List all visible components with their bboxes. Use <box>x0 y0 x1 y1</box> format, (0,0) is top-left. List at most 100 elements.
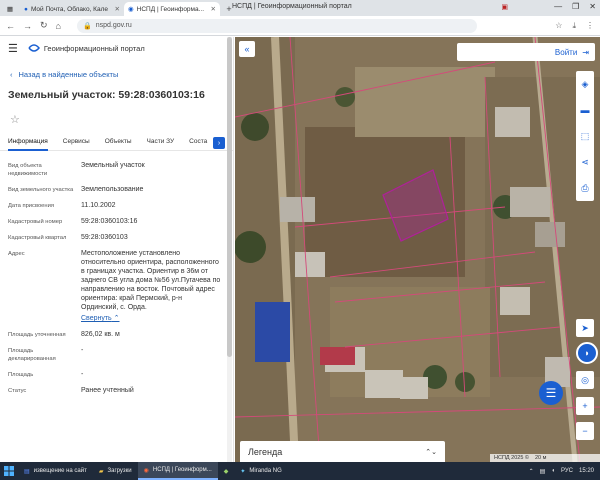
tab-objects[interactable]: Объекты <box>105 135 132 151</box>
attribute-key: Дата присвоения <box>8 203 54 209</box>
menu-icon[interactable]: ⋮ <box>586 21 594 31</box>
extension-icon[interactable]: ▣ <box>501 3 508 11</box>
attribution-text: НСПД 2025 © <box>494 455 529 461</box>
chevron-updown-icon: ⌃⌄ <box>425 448 437 456</box>
attribute-row: Кадастровый квартал 59:28:0360103 <box>0 233 233 242</box>
share-icon[interactable]: ⋖ <box>576 149 594 175</box>
search-location-icon[interactable]: ◎ <box>576 371 594 389</box>
tab-information[interactable]: Информация <box>8 135 48 151</box>
panel-scrollbar[interactable] <box>227 37 232 462</box>
select-area-icon[interactable]: ⬚ <box>576 123 594 149</box>
taskbar-item-downloads[interactable]: ▰ Загрузки <box>93 462 138 480</box>
chevron-left-icon: ‹ <box>10 70 13 79</box>
back-icon[interactable]: ← <box>6 21 15 31</box>
minimize-button[interactable]: — <box>554 2 562 11</box>
forward-icon[interactable]: → <box>23 21 32 31</box>
map-view[interactable]: « Войти ⇥ ◈ ▬ ⬚ ⋖ ⎙ ➤ ◗ ◎ + − ☰ Легенда … <box>235 37 600 462</box>
url-text: nspd.gov.ru <box>95 22 132 29</box>
zoom-out-button[interactable]: − <box>576 422 594 440</box>
attribute-key: Площадь уточненная <box>8 332 66 338</box>
browser-tab-mail[interactable]: ● Мой Почта, Облако, Кале ✕ <box>20 2 124 16</box>
maximize-button[interactable]: ❐ <box>572 2 579 11</box>
browser-tab-nspd[interactable]: ◉ НСПД | Геоинформа... ✕ <box>124 2 220 16</box>
attribute-key: Кадастровый номер <box>8 219 63 225</box>
clock[interactable]: 15:20 <box>579 468 594 474</box>
tab-parts[interactable]: Части ЗУ <box>147 135 175 151</box>
tabs-menu-button[interactable]: ▦ <box>0 2 20 16</box>
attribute-value: 826,02 кв. м <box>81 331 120 338</box>
tab-composition[interactable]: Соста <box>189 135 207 151</box>
attribute-key: Кадастровый квартал <box>8 235 67 241</box>
attribute-key: Площадь декларированная <box>8 348 56 362</box>
print-icon[interactable]: ⎙ <box>576 175 594 201</box>
taskbar-label: Загрузки <box>107 468 132 474</box>
taskbar-item-word[interactable]: ▤ извещение на сайт <box>18 462 93 480</box>
map-tools: ◈ ▬ ⬚ ⋖ ⎙ <box>576 71 594 201</box>
nspd-logo-icon[interactable]: ◗ <box>576 342 598 364</box>
miranda-icon: ✦ <box>240 468 246 475</box>
app-header: ☰ Геоинформационный портал <box>0 37 233 59</box>
map-attribution: НСПД 2025 © 20 м <box>490 454 600 462</box>
app-name: Геоинформационный портал <box>43 43 145 53</box>
favorite-star-icon[interactable]: ☆ <box>10 113 24 127</box>
collapse-link[interactable]: Свернуть ⌃ <box>81 314 120 323</box>
attribute-value: Землепользование <box>81 186 144 193</box>
legend-dropdown[interactable]: Легенда ⌃⌄ <box>240 441 445 462</box>
attribute-value: 59:28:0360103 <box>81 234 128 241</box>
app-brand[interactable]: Геоинформационный портал <box>28 43 145 53</box>
attribute-key: Адрес <box>8 251 25 257</box>
attribute-row-address: Адрес Местоположение установлено относит… <box>0 249 233 323</box>
taskbar-item-miranda[interactable]: ✦ Miranda NG <box>234 462 287 480</box>
tab-label: НСПД | Геоинформа... <box>136 5 205 13</box>
portal-logo-icon <box>28 44 40 52</box>
start-button[interactable] <box>0 462 18 480</box>
language-indicator[interactable]: РУС <box>561 468 573 474</box>
attribute-row: Статус Ранее учтенный <box>0 386 233 395</box>
url-field[interactable]: 🔒 nspd.gov.ru <box>76 18 477 33</box>
hamburger-icon[interactable]: ☰ <box>8 42 18 55</box>
attribute-value: Ранее учтенный <box>81 387 134 394</box>
taskbar-label: НСПД | Геоинформ... <box>152 467 212 473</box>
taskbar-item-app[interactable]: ◆ <box>218 462 235 480</box>
system-tray: ⌃ ▤ ◖ РУС 15:20 <box>529 468 600 475</box>
ruler-icon[interactable]: ▬ <box>576 97 594 123</box>
tab-services[interactable]: Сервисы <box>63 135 90 151</box>
attribute-row: Вид объекта недвижимости Земельный участ… <box>0 161 233 178</box>
close-window-button[interactable]: ✕ <box>589 2 596 11</box>
volume-icon[interactable]: ◖ <box>551 468 555 474</box>
tab-label: Мой Почта, Облако, Кале <box>30 5 108 13</box>
attribute-row: Кадастровый номер 59:28:0360103:16 <box>0 217 233 226</box>
attribute-list: Вид объекта недвижимости Земельный участ… <box>0 161 233 395</box>
object-info-panel: ☰ Геоинформационный портал ‹ Назад в най… <box>0 37 234 462</box>
home-icon[interactable]: ⌂ <box>56 21 61 31</box>
tabs-menu-icon: ▦ <box>6 6 14 13</box>
zoom-in-button[interactable]: + <box>576 397 594 415</box>
scrollbar-thumb[interactable] <box>227 37 232 357</box>
login-icon: ⇥ <box>582 47 589 57</box>
attribute-row: Площадь - <box>0 370 233 379</box>
window-title: НСПД | Геоинформационный портал <box>232 3 352 10</box>
taskbar-item-browser[interactable]: ◉ НСПД | Геоинформ... <box>137 462 218 480</box>
tray-arrow-icon[interactable]: ⌃ <box>529 468 534 475</box>
network-icon[interactable]: ▤ <box>540 468 546 475</box>
tabs-scroll-right-icon[interactable]: › <box>213 137 225 149</box>
address-text: Местоположение установлено относительно … <box>81 250 221 311</box>
close-icon[interactable]: ✕ <box>211 5 216 13</box>
locate-icon[interactable]: ➤ <box>576 319 594 337</box>
reload-icon[interactable]: ↻ <box>40 20 48 31</box>
attribute-key: Вид объекта недвижимости <box>8 163 48 177</box>
attribute-row: Площадь декларированная - <box>0 346 233 363</box>
collapse-panel-button[interactable]: « <box>239 41 255 57</box>
bookmark-icon[interactable]: ☆ <box>555 21 562 31</box>
info-tabs: Информация Сервисы Объекты Части ЗУ Сост… <box>0 135 233 151</box>
layers-icon[interactable]: ◈ <box>576 71 594 97</box>
close-icon[interactable]: ✕ <box>115 5 120 13</box>
browser-tab-bar: ▦ ● Мой Почта, Облако, Кале ✕ ◉ НСПД | Г… <box>0 0 600 16</box>
browser-icon: ◉ <box>143 467 149 474</box>
login-button[interactable]: Войти ⇥ <box>457 43 595 61</box>
back-to-results-link[interactable]: ‹ Назад в найденные объекты <box>10 70 233 79</box>
chat-button[interactable]: ☰ <box>539 381 563 405</box>
attribute-row: Вид земельного участка Землепользование <box>0 185 233 194</box>
taskbar-label: извещение на сайт <box>33 468 87 474</box>
download-icon[interactable]: ⤓ <box>572 21 576 31</box>
